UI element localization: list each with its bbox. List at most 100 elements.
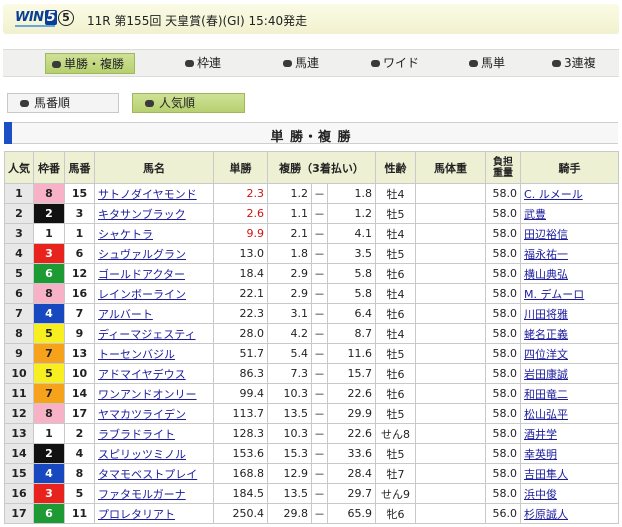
horse-number-cell: 5 (64, 483, 95, 504)
horse-name-link[interactable]: アルバート (98, 308, 153, 321)
table-row: 13 1 2 ラブラドライト 128.3 10.3 － 22.6 せん8 58.0 酒井学 (4, 423, 620, 444)
horse-name-link[interactable]: ファタモルガーナ (98, 488, 186, 501)
table-row: 5 6 12 ゴールドアクター 18.4 2.9 － 5.8 牡6 58.0 横山典弘 (4, 263, 620, 284)
horse-name-link[interactable]: トーセンバジル (98, 348, 175, 361)
win-odds-cell: 13.0 (213, 243, 268, 264)
horse-name-link[interactable]: ディーマジェスティ (98, 328, 196, 341)
table-row: 1 8 15 サトノダイヤモンド 2.3 1.2 － 1.8 牡4 58.0 C. ルメール (4, 183, 620, 204)
win-odds-cell: 18.4 (213, 263, 268, 284)
tab-exacta[interactable]: 馬単 (463, 53, 523, 74)
jockey-link[interactable]: 蛯名正義 (524, 328, 568, 341)
horse-name-link[interactable]: ゴールドアクター (98, 268, 185, 281)
horse-name-link[interactable]: タマモベストプレイ (98, 468, 197, 481)
place-max-cell: 8.7 (326, 323, 377, 344)
horse-weight-cell (415, 263, 487, 284)
jockey-cell: 吉田隼人 (520, 463, 620, 484)
table-row: 14 2 4 スピリッツミノル 153.6 15.3 － 33.6 牡5 58.0 幸英明 (4, 443, 620, 464)
jockey-link[interactable]: C. ルメール (524, 188, 583, 201)
jockey-link[interactable]: 横山典弘 (524, 268, 568, 281)
place-min-cell: 3.1 (267, 303, 312, 324)
popularity-cell: 6 (4, 283, 34, 304)
jockey-cell: 和田竜二 (520, 383, 620, 404)
jockey-link[interactable]: 吉田隼人 (524, 468, 568, 481)
jockey-cell: 福永祐一 (520, 243, 620, 264)
horse-name-link[interactable]: ワンアンドオンリー (98, 388, 197, 401)
horse-name-cell: アルバート (94, 303, 214, 324)
place-dash-cell: － (311, 323, 328, 344)
jockey-link[interactable]: 田辺裕信 (524, 228, 568, 241)
horse-number-cell: 16 (64, 283, 95, 304)
jockey-link[interactable]: 川田将雅 (524, 308, 568, 321)
jockey-link[interactable]: 杉原誠人 (524, 508, 568, 521)
tab-quinella[interactable]: 馬連 (277, 53, 337, 74)
horse-name-link[interactable]: シュヴァルグラン (98, 248, 186, 261)
bullet-icon (283, 60, 292, 67)
frame-cell: 8 (33, 183, 65, 204)
popularity-cell: 11 (4, 383, 34, 404)
race-number-circle: 5 (58, 10, 74, 26)
horse-number-cell: 7 (64, 303, 95, 324)
win-odds-cell: 153.6 (213, 443, 268, 464)
horse-name-link[interactable]: シャケトラ (98, 228, 153, 241)
sex-age-cell: せん8 (375, 423, 417, 444)
tab-win-place[interactable]: 単勝・複勝 (45, 53, 135, 74)
burden-cell: 58.0 (485, 403, 522, 424)
place-max-cell: 1.2 (326, 203, 377, 224)
sort-by-number-tab[interactable]: 馬番順 (7, 93, 119, 113)
horse-name-link[interactable]: アドマイヤデウス (98, 368, 186, 381)
burden-cell: 58.0 (485, 223, 522, 244)
win-odds-cell: 9.9 (213, 223, 268, 244)
place-min-cell: 2.9 (267, 263, 312, 284)
tab-wide[interactable]: ワイド (365, 53, 425, 74)
frame-cell: 3 (33, 243, 65, 264)
place-min-cell: 4.2 (267, 323, 312, 344)
popularity-cell: 4 (4, 243, 34, 264)
jockey-link[interactable]: 四位洋文 (524, 348, 568, 361)
jockey-link[interactable]: 武豊 (524, 208, 546, 221)
win-odds-cell: 184.5 (213, 483, 268, 504)
frame-cell: 5 (33, 363, 65, 384)
jockey-link[interactable]: 幸英明 (524, 448, 557, 461)
table-row: 8 5 9 ディーマジェスティ 28.0 4.2 － 8.7 牡4 58.0 蛯名正義 (4, 323, 620, 344)
sex-age-cell: 牡7 (375, 463, 417, 484)
horse-name-link[interactable]: プロレタリアト (98, 508, 175, 521)
horse-name-cell: ゴールドアクター (94, 263, 214, 284)
section-title: 単 勝・複 勝 (270, 130, 352, 145)
col-place: 複勝（3着払い） (266, 151, 377, 184)
frame-cell: 4 (33, 303, 65, 324)
tab-trio[interactable]: 3連複 (546, 53, 612, 74)
table-header-row: 人気 枠番 馬番 馬名 単勝 複勝（3着払い） 性齢 馬体重 負担 重量 騎手 (4, 151, 620, 184)
horse-name-link[interactable]: キタサンブラック (98, 208, 186, 221)
table-row: 11 7 14 ワンアンドオンリー 99.4 10.3 － 22.6 牡6 58.0 和田竜二 (4, 383, 620, 404)
jockey-cell: 田辺裕信 (520, 223, 620, 244)
jockey-link[interactable]: 酒井学 (524, 428, 557, 441)
sex-age-cell: 牡4 (375, 323, 417, 344)
bet-type-tabs: 単勝・複勝 枠連 馬連 ワイド 馬単 3連複 (3, 49, 619, 77)
burden-cell: 58.0 (485, 343, 522, 364)
jockey-link[interactable]: 福永祐一 (524, 248, 568, 261)
tab-bracket-quinella[interactable]: 枠連 (179, 53, 239, 74)
horse-name-link[interactable]: レインボーライン (98, 288, 186, 301)
horse-name-cell: スピリッツミノル (94, 443, 214, 464)
jockey-link[interactable]: 和田竜二 (524, 388, 568, 401)
sort-by-popularity-tab[interactable]: 人気順 (132, 93, 245, 113)
jockey-cell: 杉原誠人 (520, 503, 620, 524)
horse-name-link[interactable]: スピリッツミノル (98, 448, 186, 461)
horse-name-link[interactable]: ヤマカツライデン (98, 408, 186, 421)
win-odds-cell: 28.0 (213, 323, 268, 344)
horse-name-link[interactable]: ラブラドライト (98, 428, 175, 441)
jockey-link[interactable]: 浜中俊 (524, 488, 557, 501)
col-burden: 負担 重量 (485, 151, 522, 184)
jockey-link[interactable]: M. デムーロ (524, 288, 584, 301)
table-row: 9 7 13 トーセンバジル 51.7 5.4 － 11.6 牡5 58.0 四位洋文 (4, 343, 620, 364)
col-frame: 枠番 (33, 151, 65, 184)
sex-age-cell: 牡5 (375, 443, 417, 464)
jockey-link[interactable]: 松山弘平 (524, 408, 568, 421)
place-min-cell: 29.8 (267, 503, 312, 524)
place-max-cell: 5.8 (326, 263, 377, 284)
horse-name-link[interactable]: サトノダイヤモンド (98, 188, 197, 201)
win5-logo: WIN 5 (15, 10, 58, 27)
frame-cell: 8 (33, 283, 65, 304)
jockey-link[interactable]: 岩田康誠 (524, 368, 568, 381)
table-row: 4 3 6 シュヴァルグラン 13.0 1.8 － 3.5 牡5 58.0 福永祐一 (4, 243, 620, 264)
